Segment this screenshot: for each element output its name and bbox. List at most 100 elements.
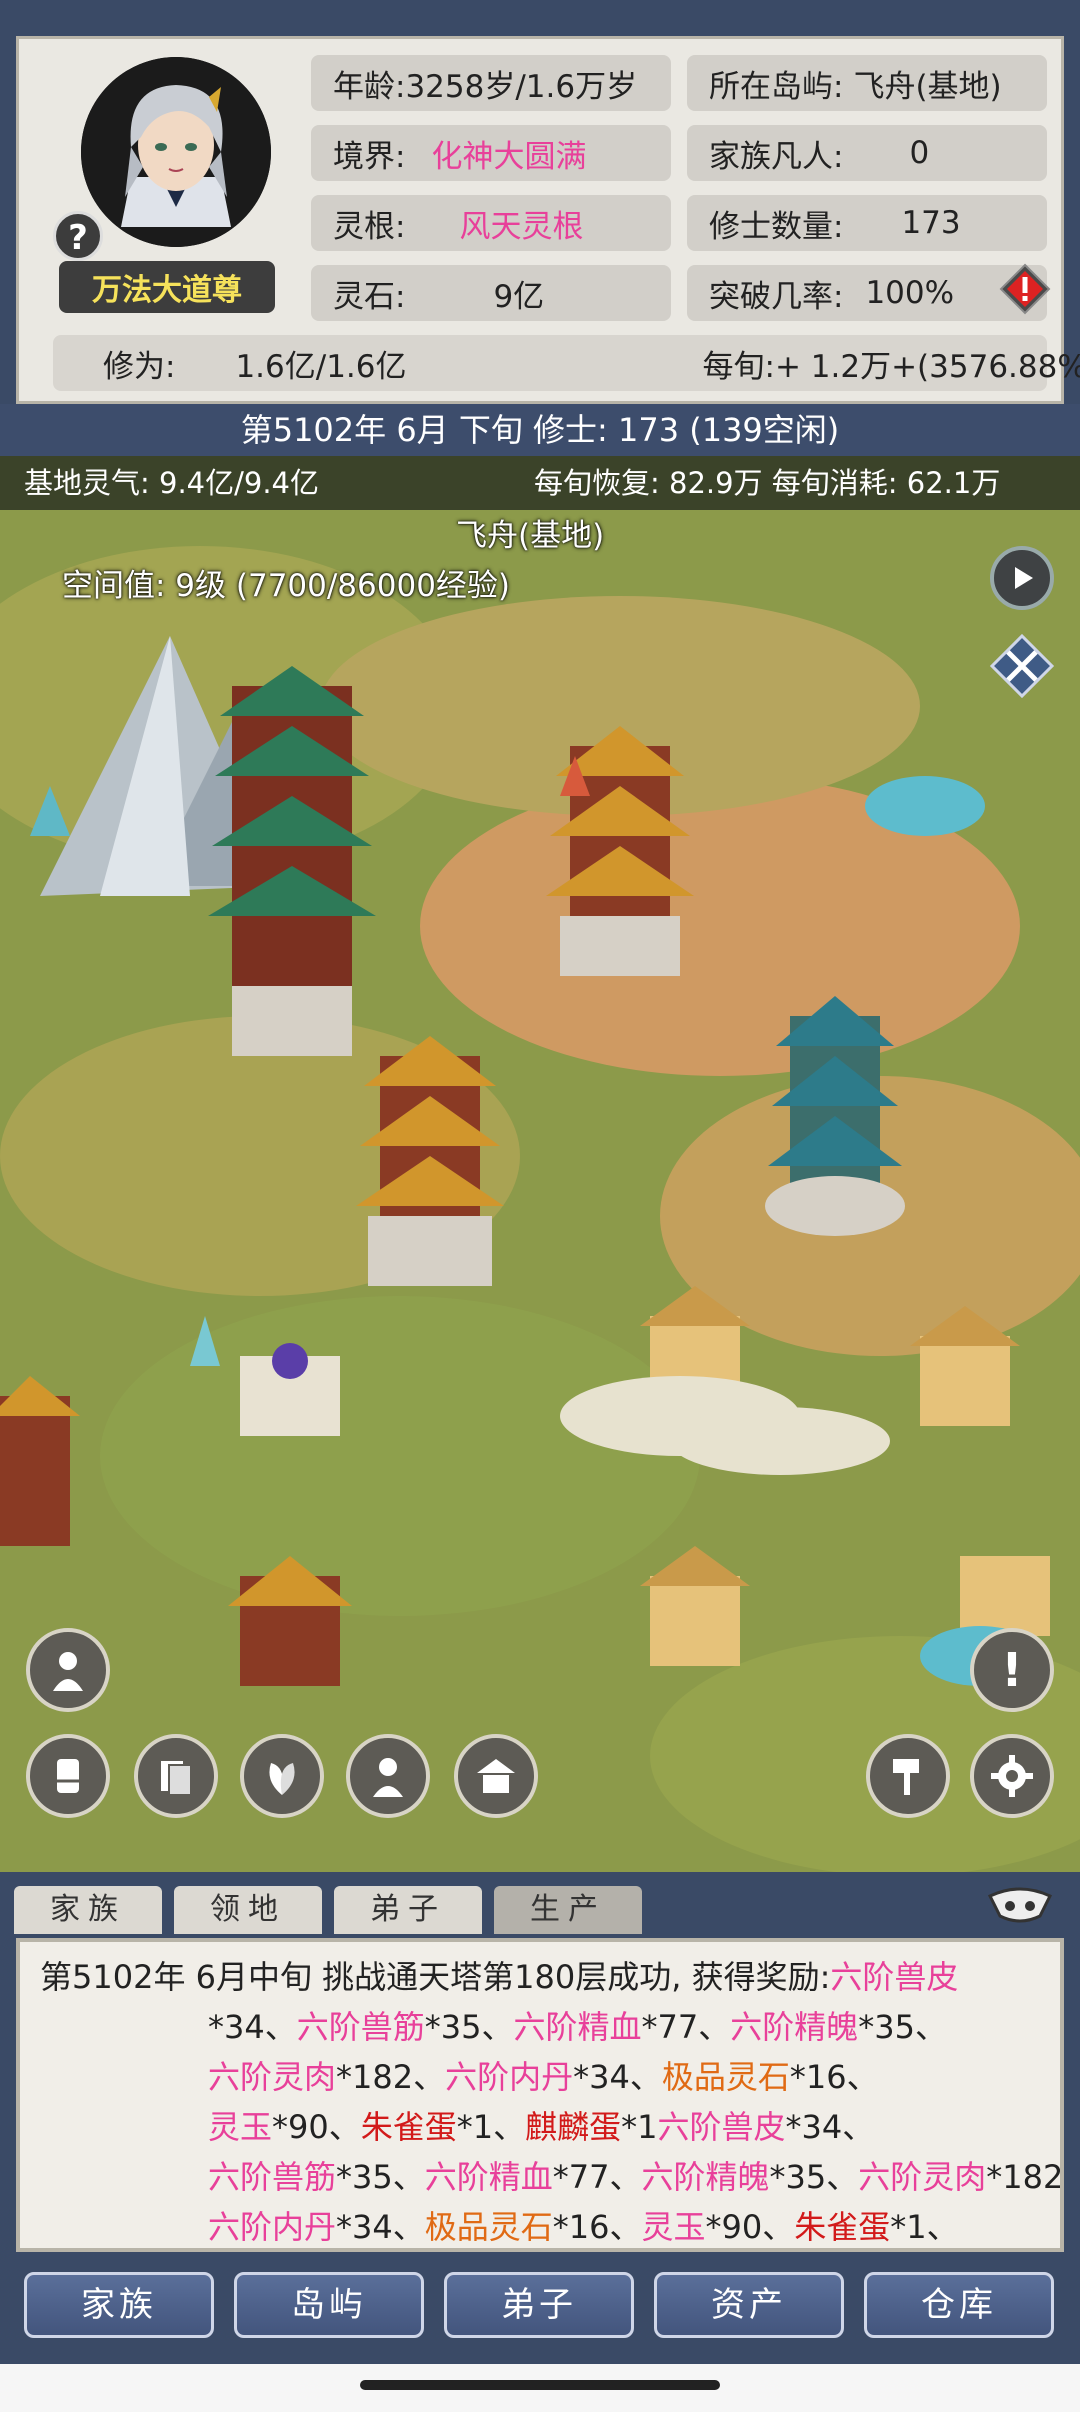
- stones-label: 灵石:: [333, 278, 406, 315]
- tab-territory[interactable]: 领地: [174, 1886, 322, 1934]
- log-item-name: 六阶灵肉: [208, 2058, 337, 2096]
- log-item-qty: *16、: [552, 2208, 642, 2246]
- breakthrough-field: 突破几率: 100%: [687, 265, 1047, 321]
- play-icon: [1015, 567, 1033, 589]
- nav-disciples-button[interactable]: 弟子: [444, 2272, 634, 2338]
- log-item-name: 麒麟蛋: [525, 2108, 622, 2146]
- root-label: 灵根:: [333, 208, 406, 245]
- home-indicator[interactable]: [360, 2380, 720, 2390]
- log-item-qty: *90、: [272, 2108, 361, 2146]
- age-value: 3258岁/1.6万岁: [405, 68, 638, 105]
- status-panel: ? 万法大道尊 年龄: 3258岁/1.6万岁 所在岛屿: 飞舟(基地) 境界: 化神…: [16, 36, 1080, 404]
- settings-button[interactable]: [970, 1734, 1054, 1818]
- log-item-qty: *182、: [336, 2058, 446, 2096]
- gear-icon: [991, 1755, 1033, 1797]
- event-log[interactable]: 第5102年 6月中旬 挑战通天塔第180层成功, 获得奖励:六阶兽皮 *34、六…: [16, 1938, 1064, 2252]
- location-name: 飞舟(基地): [456, 518, 605, 554]
- log-item-qty: *34、: [336, 2208, 425, 2246]
- title-badge[interactable]: 万法大道尊: [59, 261, 275, 313]
- cultivation-value: 1.6亿/1.6亿: [235, 348, 407, 385]
- log-item-name: 六阶灵肉: [858, 2158, 987, 2196]
- scroll-icon: [57, 1759, 79, 1793]
- log-item-name: 六阶兽皮: [657, 2108, 786, 2146]
- tab-family[interactable]: 家族: [14, 1886, 162, 1934]
- cultivation-field: 修为: 1.6亿/1.6亿 每旬: + 1.2万+(3576.88%): [53, 335, 1080, 391]
- spirit-energy-bar: 基地灵气: 9.4亿/9.4亿 每旬恢复: 82.9万 每旬消耗: 62.1万: [0, 456, 1080, 510]
- log-item-qty: *34、: [785, 2108, 875, 2146]
- log-item-name: 朱雀蛋: [794, 2208, 891, 2246]
- realm-field: 境界: 化神大圆满: [311, 125, 671, 181]
- stones-field: 灵石: 9亿: [311, 265, 671, 321]
- nav-warehouse-button[interactable]: 仓库: [864, 2272, 1054, 2338]
- log-item-qty: *90、: [705, 2208, 795, 2246]
- date-bar: 第5102年 6月 下旬 修士: 173 (139空闲): [0, 404, 1080, 456]
- realm-label: 境界:: [333, 138, 406, 175]
- age-field: 年龄: 3258岁/1.6万岁: [311, 55, 671, 111]
- person-icon: [53, 1652, 83, 1691]
- log-item-qty: *35、: [424, 2008, 514, 2046]
- log-item-name: 灵玉: [208, 2108, 273, 2146]
- root-value: 风天灵根: [459, 208, 584, 245]
- herb-button[interactable]: [240, 1734, 324, 1818]
- island-value: 飞舟(基地): [853, 68, 1002, 105]
- log-entry: 第5102年 6月中旬 挑战通天塔第180层成功, 获得奖励:六阶兽皮 *34、六…: [40, 1952, 1060, 2248]
- cultivators-value: 173: [901, 205, 961, 241]
- age-label: 年龄:: [333, 68, 406, 105]
- filter-icon[interactable]: [984, 1886, 1056, 1926]
- log-item-name: 六阶精魄: [730, 2008, 859, 2046]
- build-hammer-button[interactable]: [866, 1734, 950, 1818]
- play-button[interactable]: [990, 546, 1054, 610]
- talisman-button[interactable]: [134, 1734, 218, 1818]
- log-item-qty: *35、: [858, 2008, 947, 2046]
- log-item-name: 六阶兽皮: [830, 1958, 959, 1996]
- log-item-qty: *182、: [986, 2158, 1064, 2196]
- cultivators-field: 修士数量: 173: [687, 195, 1047, 251]
- per-period-value: + 1.2万+(3576.88%): [774, 348, 1080, 385]
- base-map[interactable]: 飞舟(基地) 空间值: 9级 (7700/86000经验) !: [0, 456, 1080, 1872]
- stones-value: 9亿: [493, 278, 545, 315]
- log-item-name: 六阶精血: [424, 2158, 553, 2196]
- log-prefix: 第5102年 6月中旬 挑战通天塔第180层成功, 获得奖励:: [40, 1958, 831, 1996]
- log-item-name: 极品灵石: [424, 2208, 553, 2246]
- nav-island-button[interactable]: 岛屿: [234, 2272, 424, 2338]
- log-item-qty: *35、: [769, 2158, 859, 2196]
- cards-icon: [161, 1761, 192, 1796]
- leaf-icon: [269, 1763, 295, 1795]
- log-item-name: 灵玉: [641, 2208, 706, 2246]
- cultivation-label: 修为:: [103, 348, 176, 385]
- log-item-qty: *1、: [456, 2108, 526, 2146]
- alert-button[interactable]: !: [970, 1628, 1054, 1712]
- map-terrain: [0, 456, 1080, 1872]
- avatar[interactable]: [81, 57, 271, 247]
- spirit-recovery-consumption: 每旬恢复: 82.9万 每旬消耗: 62.1万: [534, 466, 1001, 500]
- disciple-portrait-button[interactable]: [26, 1628, 110, 1712]
- log-item-name: 六阶兽筋: [296, 2008, 425, 2046]
- warning-icon[interactable]: [999, 263, 1051, 315]
- realm-value: 化神大圆满: [431, 138, 587, 175]
- battle-button[interactable]: [989, 633, 1055, 699]
- log-item-name: 极品灵石: [661, 2058, 790, 2096]
- space-value: 空间值: 9级 (7700/86000经验): [62, 568, 511, 604]
- cultivators-label: 修士数量:: [709, 208, 844, 245]
- per-period-label: 每旬:: [702, 348, 775, 385]
- breakthrough-value: 100%: [865, 275, 955, 311]
- log-item-qty: *77、: [641, 2008, 731, 2046]
- log-item-qty: *34、: [208, 2008, 297, 2046]
- tab-production[interactable]: 生产: [494, 1886, 642, 1934]
- temple-icon: [477, 1759, 515, 1793]
- elder-button[interactable]: [346, 1734, 430, 1818]
- tab-disciples[interactable]: 弟子: [334, 1886, 482, 1934]
- nav-family-button[interactable]: 家族: [24, 2272, 214, 2338]
- log-item-qty: *34、: [573, 2058, 662, 2096]
- refine-button[interactable]: [26, 1734, 110, 1818]
- nav-assets-button[interactable]: 资产: [654, 2272, 844, 2338]
- mortals-field: 家族凡人: 0: [687, 125, 1047, 181]
- building-button[interactable]: [454, 1734, 538, 1818]
- help-icon[interactable]: ?: [53, 211, 103, 261]
- log-item-qty: *77、: [552, 2158, 642, 2196]
- exclamation-icon: !: [1001, 1643, 1023, 1697]
- mortals-label: 家族凡人:: [709, 138, 844, 175]
- root-field: 灵根: 风天灵根: [311, 195, 671, 251]
- hammer-icon: [893, 1759, 919, 1795]
- log-item-name: 六阶内丹: [208, 2208, 337, 2246]
